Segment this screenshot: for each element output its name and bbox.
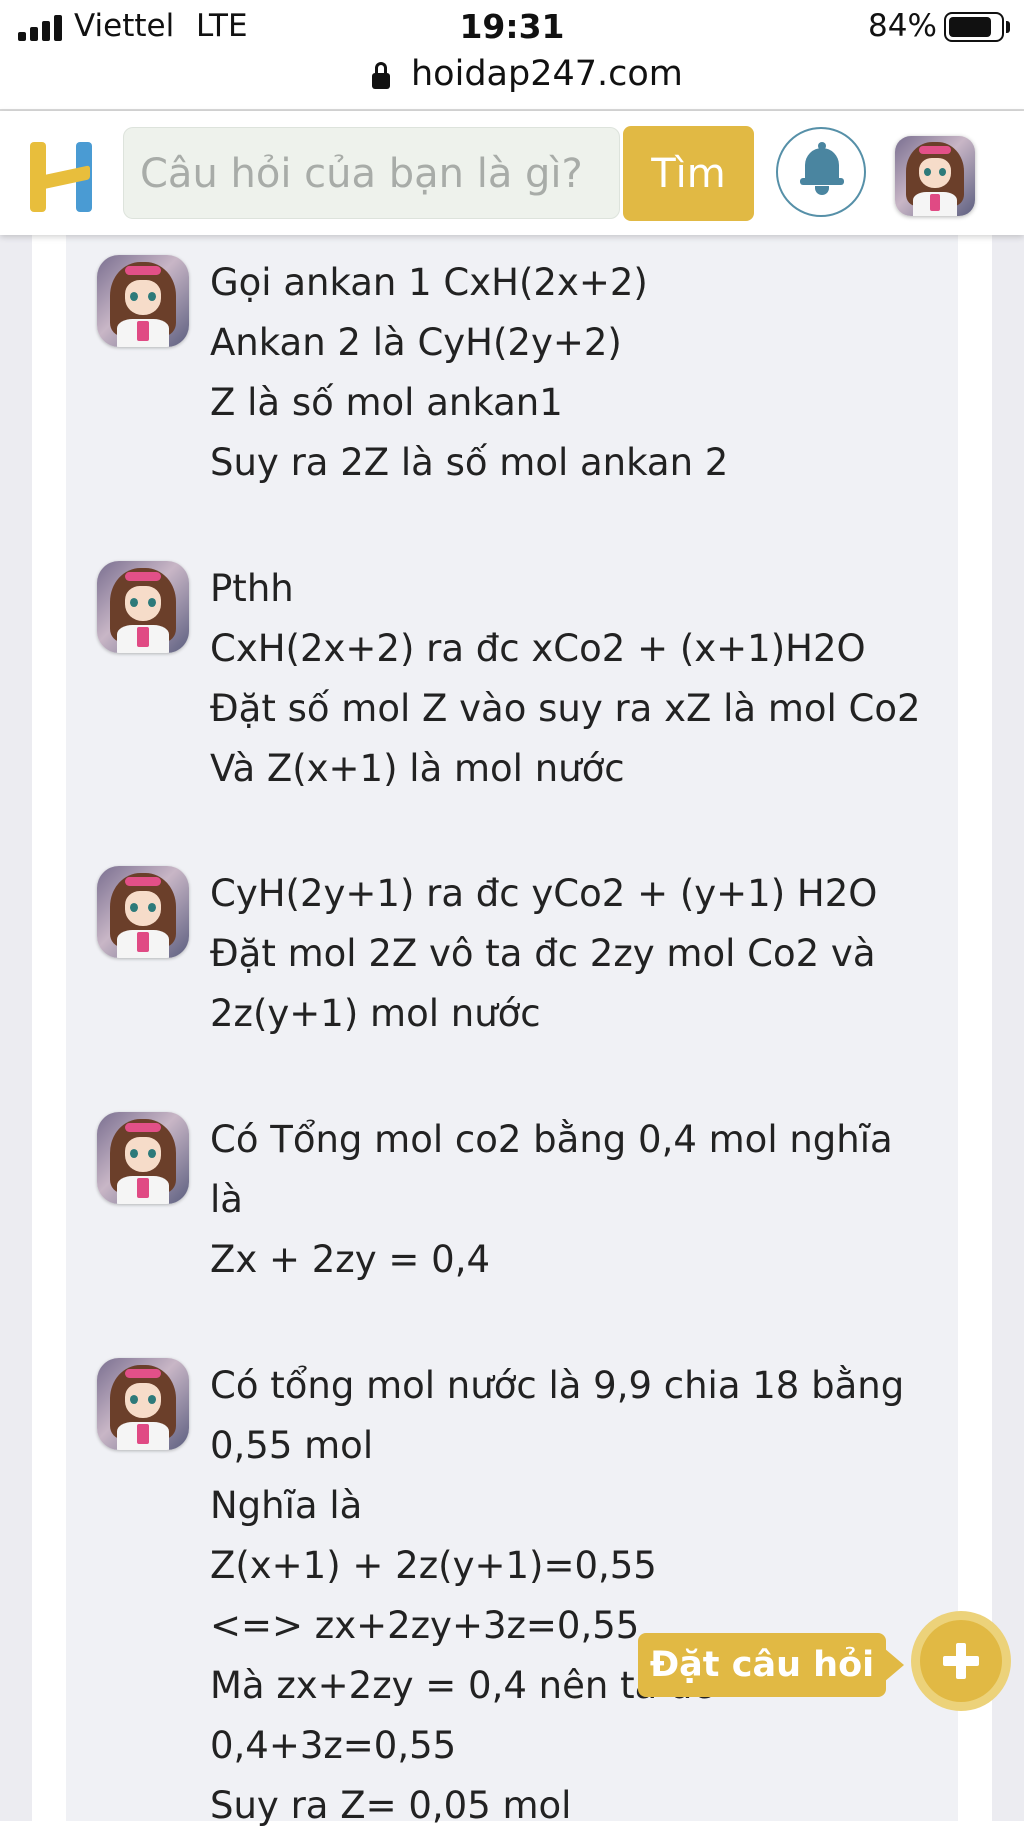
address-bar[interactable]: hoidap247.com (0, 50, 1024, 100)
comment-text: Có Tổng mol co2 bằng 0,4 mol nghĩa là Zx… (210, 1110, 935, 1290)
comment-line: Đặt số mol Z vào suy ra xZ là mol Co2 (210, 687, 921, 730)
comment-text: Có tổng mol nước là 9,9 chia 18 bằng 0,5… (210, 1356, 935, 1836)
ask-question-button[interactable] (911, 1611, 1011, 1711)
commenter-avatar[interactable] (97, 1112, 189, 1204)
comment-text: Pthh CxH(2x+2) ra đc xCo2 + (x+1)H2O Đặt… (210, 559, 935, 799)
ask-label-arrow (884, 1648, 904, 1682)
url-text[interactable]: hoidap247.com (411, 54, 683, 94)
site-logo[interactable] (30, 142, 94, 212)
comment-line: CxH(2x+2) ra đc xCo2 + (x+1)H2O (210, 627, 866, 670)
comment-line: Nghĩa là (210, 1484, 363, 1527)
comment-line: Z là số mol ankan1 (210, 381, 563, 424)
comment-line: Suy ra 2Z là số mol ankan 2 (210, 441, 729, 484)
status-bar: Viettel LTE 19:31 84% (0, 0, 1024, 54)
battery-icon (944, 12, 1004, 42)
battery-percent: 84% (868, 8, 937, 44)
comment-line: Gọi ankan 1 CxH(2x+2) (210, 261, 648, 304)
comment-line: CyH(2y+1) ra đc yCo2 + (y+1) H2O (210, 872, 878, 915)
comment-line: Ankan 2 là CyH(2y+2) (210, 321, 622, 364)
battery-tip (1006, 21, 1010, 33)
comment-line: Có tổng mol nước là 9,9 chia 18 bằng (210, 1364, 905, 1407)
comment-line: Và Z(x+1) là mol nước (210, 747, 625, 790)
comment-line: 0,4+3z=0,55 (210, 1724, 457, 1767)
comment-line: Đặt mol 2Z vô ta đc 2zy mol Co2 và (210, 932, 876, 975)
user-avatar[interactable] (895, 136, 975, 216)
ask-question-label[interactable]: Đặt câu hỏi (638, 1633, 886, 1697)
comment-text: CyH(2y+1) ra đc yCo2 + (y+1) H2O Đặt mol… (210, 864, 935, 1044)
comment-line: 0,55 mol (210, 1424, 374, 1467)
commenter-avatar[interactable] (97, 561, 189, 653)
comment-line: Suy ra Z= 0,05 mol (210, 1784, 572, 1827)
comment-line: Pthh (210, 567, 294, 610)
ask-question-text: Đặt câu hỏi (649, 1645, 875, 1685)
commenter-avatar[interactable] (97, 1358, 189, 1450)
commenter-avatar[interactable] (97, 866, 189, 958)
comment-line: là (210, 1178, 243, 1221)
comment-line: Z(x+1) + 2z(y+1)=0,55 (210, 1544, 657, 1587)
comment-line: Có Tổng mol co2 bằng 0,4 mol nghĩa (210, 1118, 893, 1161)
comment-list: Gọi ankan 1 CxH(2x+2) Ankan 2 là CyH(2y+… (0, 235, 1024, 1827)
site-header: Tìm (0, 111, 1024, 235)
comment-line: Zx + 2zy = 0,4 (210, 1238, 490, 1281)
search-input[interactable] (138, 128, 612, 220)
notification-button[interactable] (776, 127, 866, 217)
commenter-avatar[interactable] (97, 255, 189, 347)
search-box (123, 127, 620, 220)
search-button[interactable]: Tìm (623, 126, 754, 221)
comment-text: Gọi ankan 1 CxH(2x+2) Ankan 2 là CyH(2y+… (210, 253, 935, 493)
comment-line: 2z(y+1) mol nước (210, 992, 541, 1035)
